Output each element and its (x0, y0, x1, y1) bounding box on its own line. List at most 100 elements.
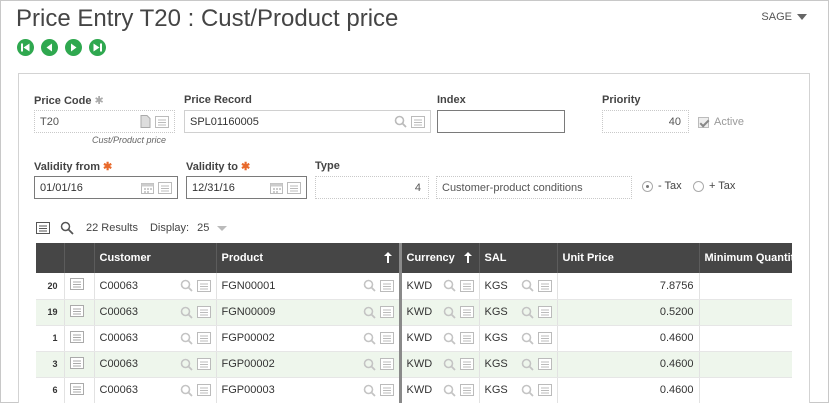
list-icon[interactable] (379, 306, 394, 318)
search-icon[interactable] (180, 306, 193, 319)
calendar-icon[interactable] (270, 182, 283, 194)
list-icon[interactable] (537, 384, 552, 396)
list-icon[interactable] (459, 358, 474, 370)
chevron-down-icon[interactable] (217, 225, 228, 231)
row-action-cell[interactable] (64, 351, 95, 378)
list-icon[interactable] (459, 332, 474, 344)
list-icon[interactable] (459, 384, 474, 396)
unit-price-cell[interactable]: 0.5200 (557, 299, 700, 326)
currency-cell[interactable]: KWD (398, 299, 480, 326)
type-field[interactable]: 4 (315, 176, 429, 199)
search-icon[interactable] (180, 358, 193, 371)
search-icon[interactable] (443, 332, 456, 345)
product-cell[interactable]: FGP00003 (216, 377, 401, 403)
row-action-cell[interactable] (64, 325, 95, 352)
user-menu[interactable]: SAGE (761, 11, 807, 23)
search-icon[interactable] (521, 332, 534, 345)
list-icon[interactable] (196, 279, 211, 292)
search-icon[interactable] (443, 279, 456, 292)
row-detail-icon[interactable] (69, 330, 84, 343)
sal-cell[interactable]: KGS (479, 325, 558, 352)
row-detail-icon[interactable] (69, 278, 84, 291)
column-header-product[interactable]: Product (216, 243, 401, 273)
customer-cell[interactable]: C00063 (94, 273, 217, 300)
sort-ascending-icon[interactable] (383, 252, 392, 263)
product-cell[interactable]: FGN00001 (216, 273, 401, 300)
row-action-cell[interactable] (64, 299, 95, 326)
minimum-quantity-cell[interactable] (699, 325, 792, 352)
search-icon[interactable] (521, 306, 534, 319)
minimum-quantity-cell[interactable] (699, 377, 792, 403)
column-header-customer[interactable]: Customer (94, 243, 217, 273)
table-row[interactable]: 3 C00063 FGP00002 KWD KGS 0.4600 (36, 351, 792, 378)
previous-record-button[interactable] (41, 39, 58, 56)
column-header-unit-price[interactable]: Unit Price (557, 243, 700, 273)
sal-cell[interactable]: KGS (479, 273, 558, 300)
list-icon[interactable] (196, 332, 211, 344)
table-row[interactable]: 6 C00063 FGP00003 KWD KGS 0.4600 (36, 377, 792, 403)
customer-cell[interactable]: C00063 (94, 351, 217, 378)
calendar-icon[interactable] (141, 182, 154, 194)
customer-cell[interactable]: C00063 (94, 299, 217, 326)
search-icon[interactable] (363, 384, 376, 397)
list-icon[interactable] (379, 384, 394, 396)
search-icon[interactable] (394, 115, 407, 128)
validity-from-field[interactable]: 01/01/16 (34, 176, 178, 199)
currency-cell[interactable]: KWD (398, 377, 480, 403)
row-detail-icon[interactable] (69, 382, 84, 395)
search-icon[interactable] (363, 306, 376, 319)
minus-tax-radio[interactable]: - Tax (642, 180, 682, 192)
active-checkbox[interactable]: Active (698, 116, 744, 128)
search-icon[interactable] (180, 279, 193, 292)
column-header-minimum-quantity[interactable]: Minimum Quantity (699, 243, 792, 273)
list-icon[interactable] (155, 115, 169, 128)
currency-cell[interactable]: KWD (398, 325, 480, 352)
list-icon[interactable] (459, 306, 474, 318)
list-view-icon[interactable] (36, 222, 50, 234)
search-icon[interactable] (443, 306, 456, 319)
table-row[interactable]: 19 C00063 FGN00009 KWD KGS 0.5200 (36, 299, 792, 326)
last-record-button[interactable] (89, 39, 106, 56)
customer-cell[interactable]: C00063 (94, 325, 217, 352)
sort-ascending-icon[interactable] (463, 252, 472, 263)
column-header-sal[interactable]: SAL (479, 243, 558, 273)
row-action-cell[interactable] (64, 273, 95, 300)
list-icon[interactable] (459, 279, 474, 292)
list-icon[interactable] (411, 115, 425, 128)
document-icon[interactable] (140, 115, 151, 128)
priority-field[interactable]: 40 (602, 110, 689, 133)
list-icon[interactable] (196, 384, 211, 396)
search-icon[interactable] (443, 384, 456, 397)
price-code-field[interactable]: T20 (34, 110, 175, 133)
list-icon[interactable] (537, 332, 552, 344)
list-icon[interactable] (196, 358, 211, 370)
sal-cell[interactable]: KGS (479, 351, 558, 378)
index-field[interactable] (437, 110, 565, 133)
list-icon[interactable] (379, 358, 394, 370)
sal-cell[interactable]: KGS (479, 299, 558, 326)
unit-price-cell[interactable]: 0.4600 (557, 351, 700, 378)
unit-price-cell[interactable]: 7.8756 (557, 273, 700, 300)
search-icon[interactable] (521, 384, 534, 397)
search-icon[interactable] (363, 358, 376, 371)
list-icon[interactable] (379, 332, 394, 344)
list-icon[interactable] (537, 306, 552, 318)
table-row[interactable]: 20 C00063 FGN00001 KWD KGS 7.8756 (36, 273, 792, 300)
sal-cell[interactable]: KGS (479, 377, 558, 403)
currency-cell[interactable]: KWD (398, 351, 480, 378)
search-icon[interactable] (443, 358, 456, 371)
column-header-currency[interactable]: Currency (398, 243, 480, 273)
search-icon[interactable] (180, 332, 193, 345)
row-detail-icon[interactable] (69, 356, 84, 369)
row-detail-icon[interactable] (69, 304, 84, 317)
list-icon[interactable] (287, 181, 301, 194)
display-count-select[interactable]: 25 (197, 222, 209, 234)
product-cell[interactable]: FGN00009 (216, 299, 401, 326)
price-record-field[interactable]: SPL01160005 (184, 110, 431, 133)
first-record-button[interactable] (17, 39, 34, 56)
search-icon[interactable] (521, 279, 534, 292)
search-icon[interactable] (521, 358, 534, 371)
row-action-cell[interactable] (64, 377, 95, 403)
minimum-quantity-cell[interactable] (699, 351, 792, 378)
list-icon[interactable] (379, 279, 394, 292)
